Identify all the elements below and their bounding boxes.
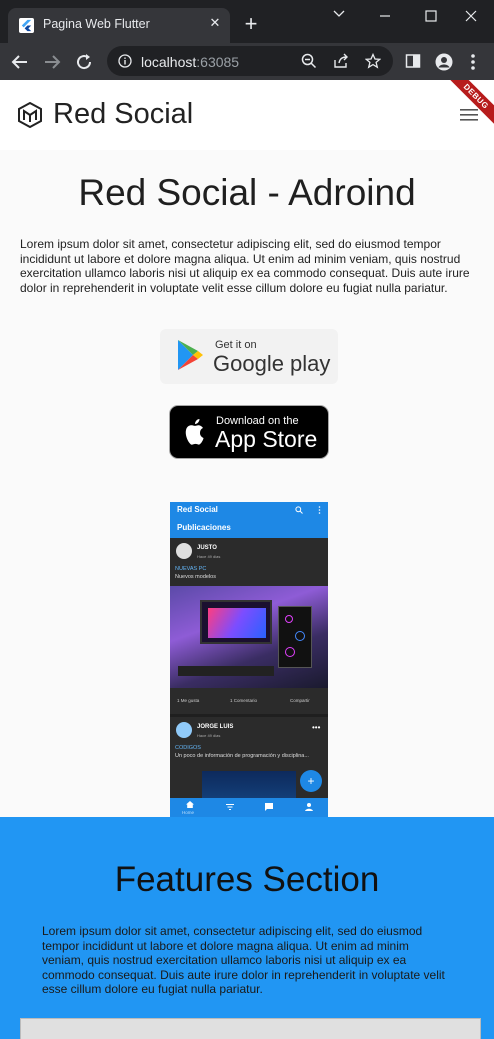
browser-tab[interactable]: Pagina Web Flutter ✕ [8,8,230,43]
hamburger-menu-icon[interactable] [460,107,480,123]
app-screenshot-tab: Publicaciones [170,518,328,538]
post-actions: 1 Me gusta 1 Comentario Compartir [170,694,328,708]
back-icon[interactable] [7,49,33,75]
app-screenshot-title: Red Social [177,505,218,514]
side-panel-icon[interactable] [405,53,421,69]
app-screenshot: Red Social Publicaciones JUSTO Hace 49 d… [170,502,328,818]
hero-text: Lorem ipsum dolor sit amet, consectetur … [20,237,470,295]
chat-icon [265,803,273,811]
post-category: CODIGOS [175,745,201,751]
share-action: Compartir [290,698,310,703]
url-text[interactable]: localhost:63085 [141,54,239,70]
post-category: NUEVAS PC [175,566,207,572]
profile-icon[interactable] [435,53,453,71]
app-bar: Red Social DEBUG [0,80,494,150]
google-play-big-text: Google play [213,351,331,376]
like-action: 1 Me gusta [177,698,200,703]
browser-titlebar: Pagina Web Flutter ✕ + [0,0,494,43]
desk-shape [178,666,274,676]
new-tab-icon[interactable]: + [240,13,262,35]
app-screenshot-more-icon [318,506,321,514]
features-title: Features Section [114,860,380,899]
app-store-button[interactable]: Download on the App Store [169,405,329,459]
features-section: Features Section Lorem ipsum dolor sit a… [0,817,494,1039]
reload-icon[interactable] [71,49,97,75]
bookmark-star-icon[interactable] [365,53,381,69]
close-tab-icon[interactable]: ✕ [206,14,224,32]
google-play-icon [178,340,203,370]
filter-icon [226,804,234,810]
post-image [170,586,328,688]
share-icon[interactable] [333,53,349,69]
tab-search-icon[interactable] [316,0,362,32]
address-bar[interactable]: localhost:63085 [107,46,393,76]
apple-icon [185,419,204,445]
post-description: Un poco de información de programación y… [175,753,309,759]
post-author: JORGE LUIS [197,724,234,730]
monitor-shape [200,600,272,644]
avatar [176,543,192,559]
zoom-icon[interactable] [301,53,317,69]
features-text: Lorem ipsum dolor sit amet, consectetur … [42,924,445,996]
tab-title: Pagina Web Flutter [43,17,150,31]
flutter-icon [19,18,34,33]
nav-home-label: Home [182,810,195,815]
app-screenshot-appbar: Red Social [170,502,328,518]
page-viewport: Red Social DEBUG Red Social - Adroind Lo… [0,80,494,1039]
home-icon [186,801,194,808]
forward-icon[interactable] [39,49,65,75]
google-play-button[interactable]: Get it on Google play [160,329,338,384]
app-screenshot-bottom-nav: Home [170,798,328,818]
browser-toolbar: localhost:63085 [0,43,494,80]
brand-title: Red Social [53,98,194,130]
person-icon [305,803,313,811]
post-more-icon: ••• [312,723,321,732]
post-author: JUSTO [197,545,217,551]
post-meta: Hace 49 dias [197,554,221,559]
avatar [176,722,192,738]
window-close-icon[interactable] [448,0,494,32]
pc-tower-shape [278,606,312,668]
post-description: Nuevos modelos [175,574,216,580]
app-store-big-text: App Store [215,426,318,452]
add-post-fab-icon: + [300,770,322,792]
comment-action: 1 Comentario [230,698,258,703]
brand-logo-icon [18,102,42,128]
more-menu-icon[interactable] [470,53,476,71]
post-meta: Hace 49 dias [197,733,221,738]
feature-card [20,1018,481,1039]
post-image [202,771,296,801]
hero-title: Red Social - Adroind [78,172,416,213]
site-info-icon[interactable] [118,54,132,68]
app-screenshot-search-icon [295,506,303,514]
google-play-small-text: Get it on [215,339,257,351]
minimize-icon[interactable] [362,0,408,32]
